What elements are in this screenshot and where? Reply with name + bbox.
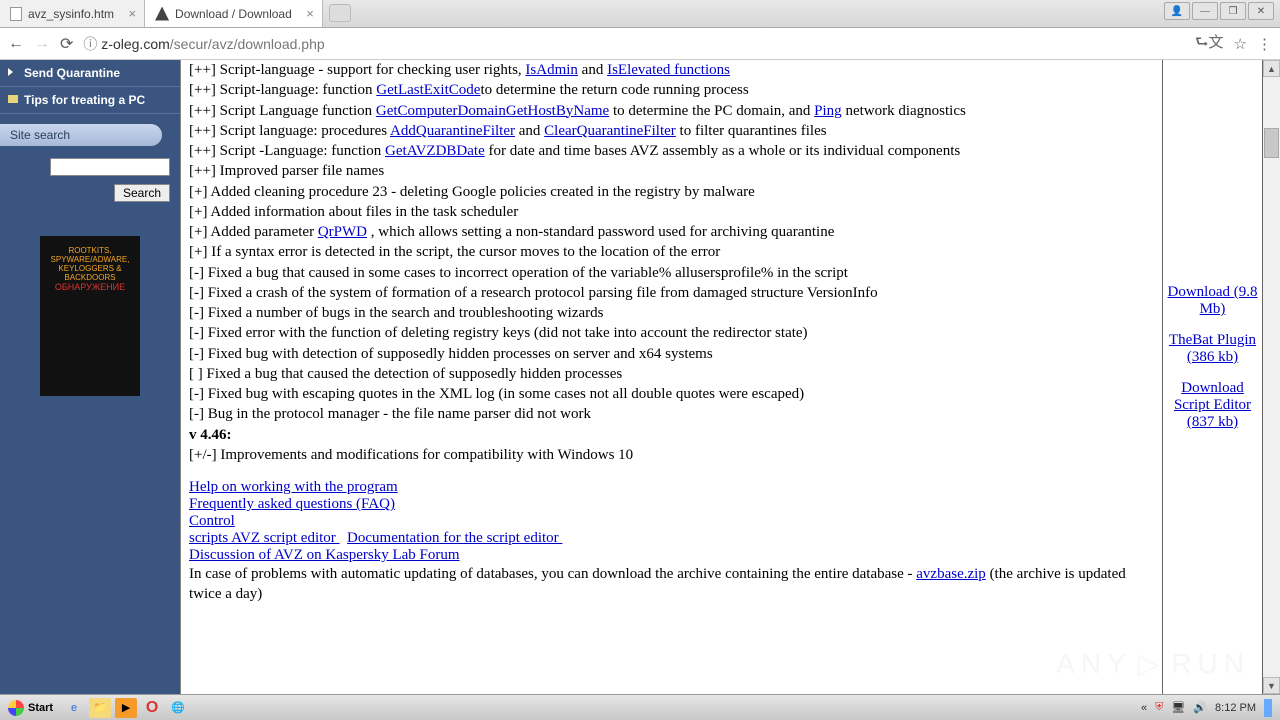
scrollbar[interactable]: ▲ ▼ (1263, 60, 1280, 694)
inline-link[interactable]: Ping (814, 103, 842, 119)
close-icon[interactable]: × (306, 6, 314, 21)
tab-title: avz_sysinfo.htm (28, 7, 114, 21)
sidebar-item-quarantine[interactable]: Send Quarantine (0, 60, 180, 87)
changelog-line: [+] If a syntax error is detected in the… (189, 242, 1154, 262)
changelog-line: [-] Fixed a bug that caused in some case… (189, 263, 1154, 283)
changelog-line: [+] Added parameter QrPWD , which allows… (189, 222, 1154, 242)
user-icon[interactable]: 👤 (1164, 2, 1190, 20)
inline-link[interactable]: GetHostByName (506, 103, 609, 119)
db-note: In case of problems with automatic updat… (189, 564, 1154, 605)
help-link[interactable]: scripts AVZ script editor (189, 530, 340, 546)
start-button[interactable]: Start (0, 700, 61, 716)
download-column: Download (9.8 Mb) TheBat Plugin (386 kb)… (1163, 60, 1263, 694)
help-link[interactable]: Frequently asked questions (FAQ) (189, 496, 395, 512)
windows-icon (8, 700, 24, 716)
changelog-line: [+/-] Improvements and modifications for… (189, 445, 1154, 465)
clock[interactable]: 8:12 PM (1215, 702, 1256, 714)
opera-icon[interactable]: O (141, 698, 163, 718)
search-button[interactable] (114, 184, 170, 202)
site-sidebar: Send Quarantine Tips for treating a PC S… (0, 60, 180, 694)
help-link[interactable]: Discussion of AVZ on Kaspersky Lab Forum (189, 547, 460, 563)
changelog-line: [++] Script language: procedures AddQuar… (189, 121, 1154, 141)
version-header: v 4.46: (189, 425, 1154, 445)
help-link[interactable]: Documentation for the script editor (347, 530, 562, 546)
inline-link[interactable]: GetAVZDBDate (385, 143, 485, 159)
media-icon[interactable]: ▶ (115, 698, 137, 718)
forward-button[interactable]: → (34, 35, 50, 53)
tray-icon[interactable]: 🖥 (1171, 701, 1185, 714)
inline-link[interactable]: GetLastExitCode (376, 82, 480, 98)
tray-shield-icon[interactable]: ⛨ (1155, 701, 1163, 714)
tab-active[interactable]: Download / Download × (145, 0, 323, 27)
minimize-button[interactable]: — (1192, 2, 1218, 20)
url-host: z-oleg.com (101, 36, 169, 52)
links-block: Help on working with the program Frequen… (189, 479, 1154, 564)
scroll-thumb[interactable] (1264, 128, 1279, 158)
search-input[interactable] (50, 158, 170, 176)
avzbase-link[interactable]: avzbase.zip (916, 566, 986, 582)
url-path: /secur/avz/download.php (170, 36, 325, 52)
browser-tabstrip: avz_sysinfo.htm × Download / Download × … (0, 0, 1280, 28)
new-tab-button[interactable] (329, 4, 351, 22)
bookmark-icon[interactable]: ☆ (1234, 35, 1247, 53)
changelog-line: [-] Fixed a crash of the system of forma… (189, 283, 1154, 303)
tab-inactive[interactable]: avz_sysinfo.htm × (0, 0, 145, 27)
address-bar[interactable]: ⓘ z-oleg.com/secur/avz/download.php (83, 34, 1185, 54)
help-link[interactable]: Help on working with the program (189, 479, 398, 495)
close-window-button[interactable]: ✕ (1248, 2, 1274, 20)
changelog-line: [-] Fixed bug with detection of supposed… (189, 344, 1154, 364)
close-icon[interactable]: × (128, 6, 136, 21)
changelog-line: [++] Script-language - support for check… (189, 60, 1154, 80)
changelog-line: [++] Script -Language: function GetAVZDB… (189, 141, 1154, 161)
tab-title: Download / Download (175, 7, 292, 21)
changelog-line: [-] Fixed bug with escaping quotes in th… (189, 384, 1154, 404)
reload-button[interactable]: ⟳ (60, 34, 73, 54)
show-desktop[interactable] (1264, 699, 1272, 717)
back-button[interactable]: ← (8, 35, 24, 53)
maximize-button[interactable]: ❐ (1220, 2, 1246, 20)
changelog-line: [++] Improved parser file names (189, 161, 1154, 181)
download-editor-link[interactable]: Download Script Editor (837 kb) (1167, 380, 1258, 431)
inline-link[interactable]: AddQuarantineFilter (390, 123, 515, 139)
taskbar: Start e 📁 ▶ O 🌐 « ⛨ 🖥 🔊 8:12 PM (0, 694, 1280, 720)
file-icon (10, 7, 22, 21)
inline-link[interactable]: GetComputerDomain (376, 103, 506, 119)
changelog-line: [+] Added information about files in the… (189, 202, 1154, 222)
book-cover[interactable]: ROOTKITS, SPYWARE/ADWARE, KEYLOGGERS & B… (40, 236, 140, 396)
menu-icon[interactable]: ⋮ (1257, 35, 1272, 53)
ie-icon[interactable]: e (63, 698, 85, 718)
changelog-line: [-] Fixed a number of bugs in the search… (189, 303, 1154, 323)
explorer-icon[interactable]: 📁 (89, 698, 111, 718)
download-link[interactable]: Download (9.8 Mb) (1167, 284, 1258, 318)
search-header: Site search (0, 124, 162, 146)
tray-chevron-icon[interactable]: « (1141, 702, 1147, 714)
sidebar-item-tips[interactable]: Tips for treating a PC (0, 87, 180, 114)
chrome-icon[interactable]: 🌐 (167, 698, 189, 718)
help-link[interactable]: Control (189, 513, 235, 529)
changelog-line: [ ] Fixed a bug that caused the detectio… (189, 364, 1154, 384)
inline-link[interactable]: IsAdmin (525, 62, 578, 78)
site-icon (155, 7, 169, 21)
changelog-line: [++] Script Language function GetCompute… (189, 101, 1154, 121)
changelog-line: [-] Fixed error with the function of del… (189, 323, 1154, 343)
inline-link[interactable]: IsElevated functions (607, 62, 730, 78)
download-plugin-link[interactable]: TheBat Plugin (386 kb) (1167, 332, 1258, 366)
info-icon[interactable]: ⓘ (83, 34, 97, 54)
scroll-down-icon[interactable]: ▼ (1263, 677, 1280, 694)
inline-link[interactable]: QrPWD (318, 224, 367, 240)
browser-toolbar: ← → ⟳ ⓘ z-oleg.com/secur/avz/download.ph… (0, 28, 1280, 60)
inline-link[interactable]: ClearQuarantineFilter (544, 123, 676, 139)
translate-icon[interactable]: ⮑文 (1195, 31, 1224, 57)
tray-volume-icon[interactable]: 🔊 (1193, 701, 1207, 714)
system-tray: « ⛨ 🖥 🔊 8:12 PM (1133, 699, 1280, 717)
changelog-line: [+] Added cleaning procedure 23 - deleti… (189, 182, 1154, 202)
main-content: [++] Script-language - support for check… (181, 60, 1163, 694)
changelog-line: [-] Bug in the protocol manager - the fi… (189, 404, 1154, 424)
changelog-line: [++] Script-language: function GetLastEx… (189, 80, 1154, 100)
scroll-up-icon[interactable]: ▲ (1263, 60, 1280, 77)
